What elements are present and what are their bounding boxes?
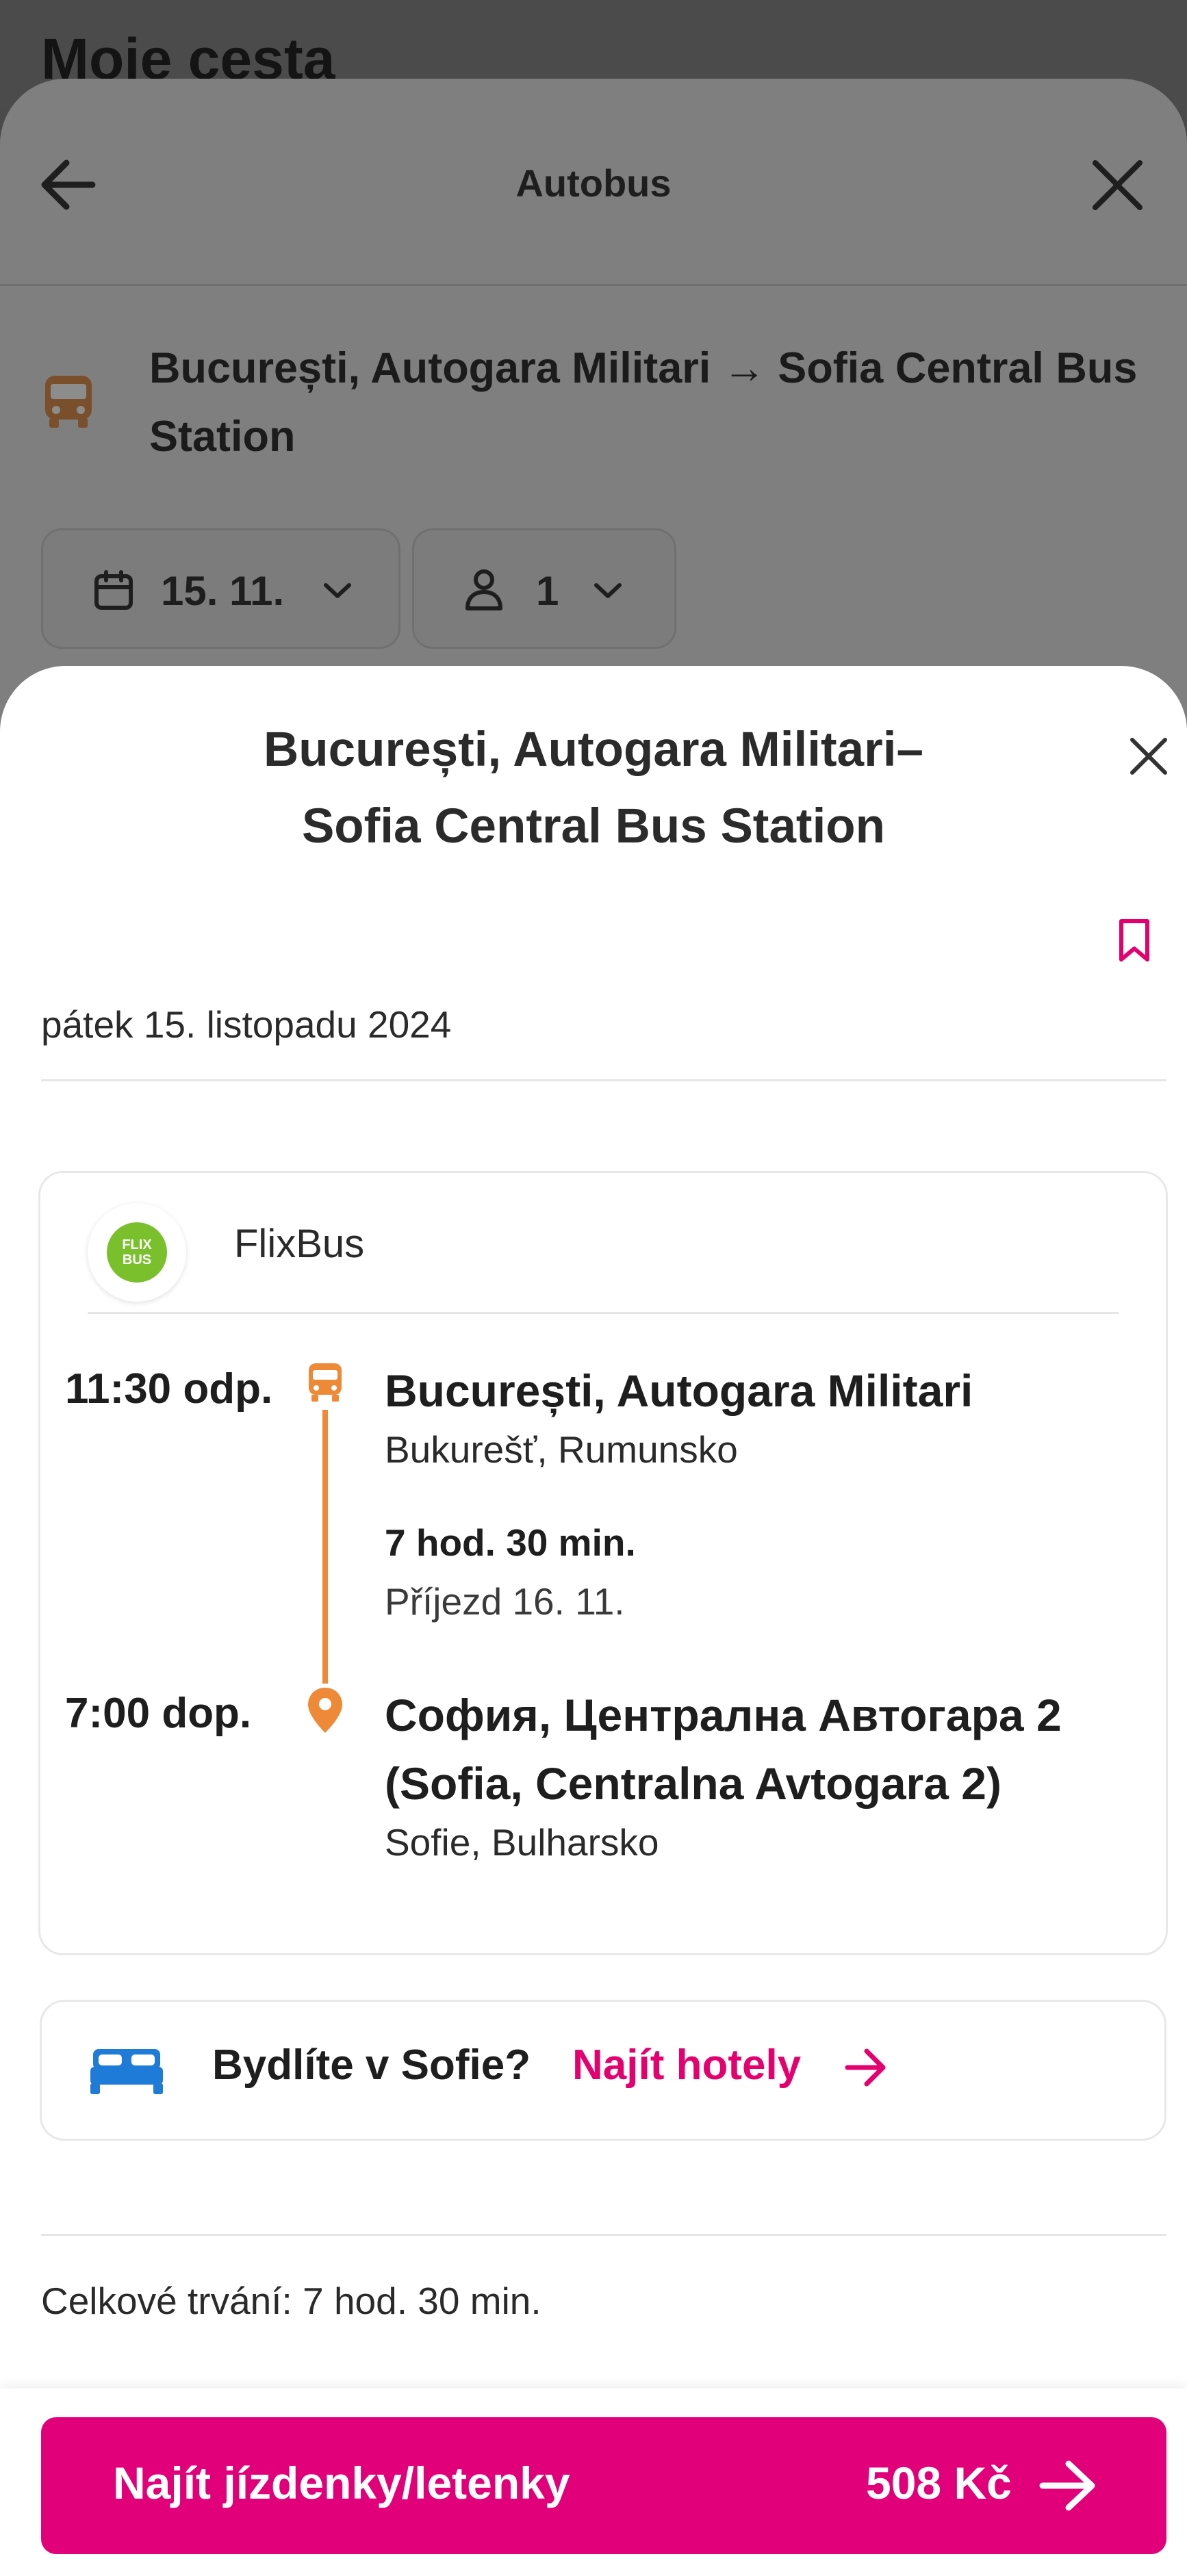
arrival-note: Příjezd 16. 11.: [385, 1580, 625, 1623]
bookmark-icon[interactable]: [1117, 917, 1151, 964]
close-icon[interactable]: [1088, 156, 1147, 214]
arrival-city: Sofie, Bulharsko: [385, 1821, 659, 1864]
arrival-time: 7:00 dop.: [65, 1690, 252, 1737]
departure-city: Bukurešť, Rumunsko: [385, 1428, 738, 1471]
ticket-price: 508 Kč: [866, 2458, 1012, 2508]
chevron-down-icon: [594, 583, 622, 598]
departure-time: 11:30 odp.: [65, 1365, 273, 1413]
bus-icon: [45, 376, 92, 428]
modal-title: București, Autogara Militari– Sofia Cent…: [137, 712, 1050, 865]
trip-date: pátek 15. listopadu 2024: [41, 1003, 452, 1046]
arrow-right-icon[interactable]: [843, 2045, 889, 2090]
arrival-station: София, Централна Автогара 2 (Sofia, Cent…: [385, 1681, 1138, 1818]
passenger-selector[interactable]: 1: [412, 528, 676, 649]
divider: [41, 1079, 1166, 1081]
bed-icon: [90, 2049, 163, 2094]
divider: [88, 1312, 1119, 1314]
passengers-chip-label: 1: [536, 568, 559, 614]
flixbus-logo-mark: FLIX BUS: [107, 1222, 167, 1283]
topbar-title: Autobus: [515, 162, 672, 205]
total-duration: Celkové trvání: 7 hod. 30 min.: [41, 2280, 541, 2322]
trip-duration: 7 hod. 30 min.: [385, 1521, 636, 1564]
flixbus-logo: FLIX BUS: [88, 1203, 186, 1302]
find-hotels-link[interactable]: Najít hotely: [572, 2041, 801, 2089]
arrival-station-line1: София, Централна Автогара 2: [385, 1690, 1062, 1740]
location-pin-icon: [308, 1688, 342, 1733]
arrival-station-line2: (Sofia, Centralna Avtogara 2): [385, 1758, 1001, 1809]
route-summary: București, Autogara Militari → Sofia Cen…: [149, 344, 1138, 461]
chevron-down-icon: [324, 583, 351, 598]
calendar-icon: [94, 570, 133, 610]
find-tickets-label: Najít jízdenky/letenky: [113, 2458, 570, 2508]
carrier-name: FlixBus: [234, 1222, 365, 1266]
divider: [41, 2234, 1166, 2236]
date-chip-label: 15. 11.: [161, 568, 285, 614]
person-icon: [465, 569, 502, 610]
route-line: [322, 1410, 328, 1684]
modal-title-line1: București, Autogara Militari–: [264, 723, 923, 777]
hotel-question: Bydlíte v Sofie?: [212, 2042, 531, 2089]
close-icon[interactable]: [1123, 730, 1175, 782]
bus-icon: [309, 1363, 342, 1402]
modal-title-line2: Sofia Central Bus Station: [301, 799, 886, 853]
departure-station: București, Autogara Militari: [385, 1365, 973, 1416]
date-selector[interactable]: 15. 11.: [41, 528, 400, 649]
arrow-right-icon: [1039, 2460, 1095, 2511]
